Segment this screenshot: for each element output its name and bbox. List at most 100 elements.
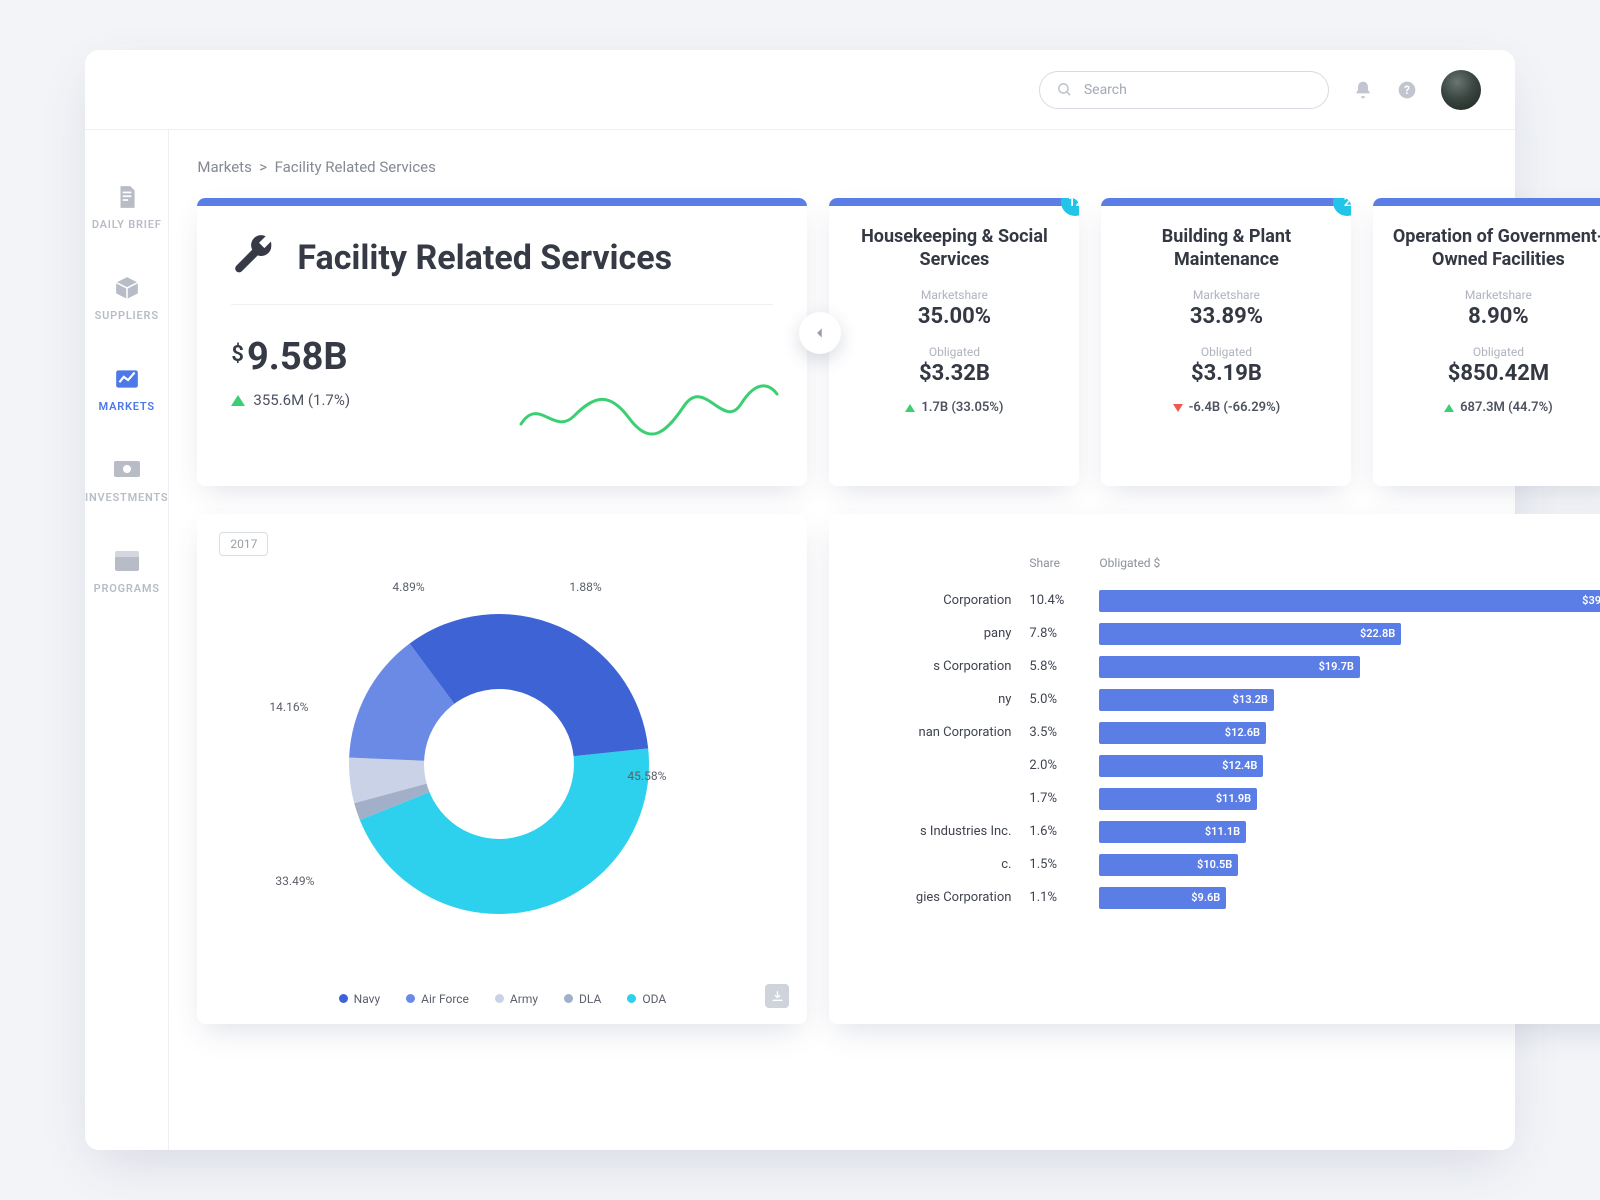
- obligated-label: Obligated: [1391, 345, 1600, 359]
- card-delta: 687.3M (44.7%): [1391, 400, 1600, 415]
- col-head-share: Share: [1029, 556, 1099, 570]
- table-row: pany 7.8% $22.8B: [829, 617, 1600, 650]
- card-delta: -6.4B (-66.29%): [1119, 400, 1333, 415]
- svg-text:?: ?: [1404, 83, 1410, 97]
- row-share: 3.5%: [1029, 725, 1099, 740]
- row-name: nan Corporation: [829, 725, 1029, 740]
- row-share: 5.0%: [1029, 692, 1099, 707]
- row-bar: $12.4B: [1099, 755, 1263, 777]
- row-bar: $19.7B: [1099, 656, 1359, 678]
- box-icon: [112, 273, 142, 303]
- card-delta: 1.7B (33.05%): [847, 400, 1061, 415]
- legend-item: ODA: [627, 992, 666, 1006]
- table-row: c. 1.5% $10.5B: [829, 848, 1600, 881]
- marketshare-value: 8.90%: [1391, 304, 1600, 329]
- sidebar-item-label: DAILY BRIEF: [92, 218, 162, 231]
- row-share: 2.0%: [1029, 758, 1099, 773]
- money-icon: [112, 455, 142, 485]
- legend-item: DLA: [564, 992, 601, 1006]
- row-share: 7.8%: [1029, 626, 1099, 641]
- trend-down-icon: [1173, 404, 1183, 412]
- table-row: s Corporation 5.8% $19.7B: [829, 650, 1600, 683]
- sidebar-item-investments[interactable]: INVESTMENTS: [85, 455, 168, 504]
- card-title: Housekeeping & Social Services: [847, 224, 1061, 272]
- trend-up-icon: [231, 395, 245, 406]
- obligated-label: Obligated: [1119, 345, 1333, 359]
- row-share: 1.5%: [1029, 857, 1099, 872]
- card-title: Operation of Government-Owned Facilities: [1391, 224, 1600, 272]
- obligated-label: Obligated: [847, 345, 1061, 359]
- obligated-value: $3.32B: [847, 361, 1061, 386]
- row-bar: $10.5B: [1099, 854, 1238, 876]
- row-bar: $39.6B: [1099, 590, 1600, 612]
- row-share: 1.1%: [1029, 890, 1099, 905]
- row-bar: $12.6B: [1099, 722, 1266, 744]
- row-bar: $11.1B: [1099, 821, 1246, 843]
- summary-title: Facility Related Services: [297, 238, 672, 278]
- breadcrumb-root[interactable]: Markets: [197, 158, 251, 176]
- market-card[interactable]: 2 Building & Plant Maintenance Marketsha…: [1101, 198, 1351, 486]
- download-button[interactable]: [765, 984, 789, 1008]
- legend-item: Army: [495, 992, 538, 1006]
- row-name: ny: [829, 692, 1029, 707]
- market-card[interactable]: Operation of Government-Owned Facilities…: [1373, 198, 1600, 486]
- slice-label: 1.88%: [569, 580, 601, 594]
- help-icon[interactable]: ?: [1397, 80, 1417, 100]
- row-name: pany: [829, 626, 1029, 641]
- bell-icon[interactable]: [1353, 80, 1373, 100]
- sidebar-item-label: MARKETS: [99, 400, 155, 413]
- sidebar-item-label: PROGRAMS: [94, 582, 160, 595]
- wrench-icon: [231, 234, 275, 282]
- row-name: s Corporation: [829, 659, 1029, 674]
- card-accent: [1373, 198, 1600, 206]
- row-share: 1.6%: [1029, 824, 1099, 839]
- row-name: c.: [829, 857, 1029, 872]
- legend-item: Navy: [339, 992, 381, 1006]
- avatar[interactable]: [1441, 70, 1481, 110]
- donut-legend: Navy Air Force Army DLA ODA: [197, 992, 807, 1006]
- col-head-obligated: Obligated $: [1099, 556, 1600, 570]
- row-share: 5.8%: [1029, 659, 1099, 674]
- search-input-container[interactable]: [1039, 71, 1329, 109]
- row-bar: $13.2B: [1099, 689, 1273, 711]
- document-icon: [112, 182, 142, 212]
- summary-value: $9.58B: [231, 335, 773, 379]
- sidebar-item-label: INVESTMENTS: [85, 491, 168, 504]
- search-input[interactable]: [1084, 82, 1312, 98]
- market-card[interactable]: 12 Housekeeping & Social Services Market…: [829, 198, 1079, 486]
- obligated-value: $850.42M: [1391, 361, 1600, 386]
- legend-item: Air Force: [406, 992, 469, 1006]
- row-share: 1.7%: [1029, 791, 1099, 806]
- breadcrumb: Markets > Facility Related Services: [197, 158, 1600, 176]
- marketshare-label: Marketshare: [1391, 288, 1600, 302]
- table-row: 2.0% $12.4B: [829, 749, 1600, 782]
- trend-up-icon: [905, 404, 915, 412]
- table-row: nan Corporation 3.5% $12.6B: [829, 716, 1600, 749]
- obligated-value: $3.19B: [1119, 361, 1333, 386]
- card-accent: [1101, 198, 1351, 206]
- top-contractors-panel: Share Obligated $ Corporation 10.4% $39.…: [829, 514, 1600, 1024]
- breadcrumb-current: Facility Related Services: [275, 158, 436, 176]
- marketshare-value: 35.00%: [847, 304, 1061, 329]
- slice-label: 14.16%: [269, 700, 308, 714]
- row-bar: $11.9B: [1099, 788, 1257, 810]
- window-icon: [112, 546, 142, 576]
- marketshare-value: 33.89%: [1119, 304, 1333, 329]
- sidebar-item-programs[interactable]: PROGRAMS: [94, 546, 160, 595]
- marketshare-label: Marketshare: [1119, 288, 1333, 302]
- sparkline: [519, 376, 779, 446]
- summary-card: Facility Related Services $9.58B 355.6M …: [197, 198, 807, 486]
- table-row: gies Corporation 1.1% $9.6B: [829, 881, 1600, 914]
- sidebar-item-markets[interactable]: MARKETS: [99, 364, 155, 413]
- search-icon: [1056, 80, 1074, 100]
- row-bar: $9.6B: [1099, 887, 1226, 909]
- sidebar-item-daily-brief[interactable]: DAILY BRIEF: [92, 182, 162, 231]
- trend-up-icon: [1444, 404, 1454, 412]
- chart-icon: [112, 364, 142, 394]
- table-row: 1.7% $11.9B: [829, 782, 1600, 815]
- donut-panel: 2017 33.49%14.16%4.89%1.88%45.58% NavyAi…: [197, 514, 807, 1024]
- card-accent: [197, 198, 807, 206]
- sidebar-item-suppliers[interactable]: SUPPLIERS: [95, 273, 159, 322]
- slice-label: 45.58%: [627, 769, 666, 783]
- slice-label: 33.49%: [275, 874, 314, 888]
